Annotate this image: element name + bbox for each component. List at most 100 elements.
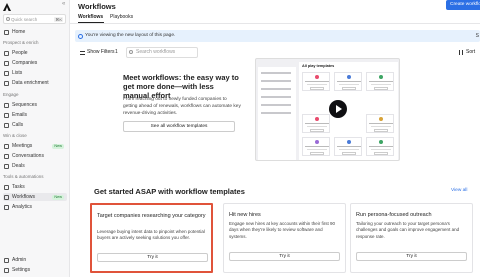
sidebar-section-prospect: Prospect & enrich [3, 40, 39, 45]
template-card-description: Tailoring your outreach to your target p… [356, 221, 460, 239]
sidebar-item-lists[interactable]: Lists [3, 69, 67, 77]
sidebar-item-label: Calls [12, 122, 24, 128]
sidebar-section-engage: Engage [3, 92, 19, 97]
gear-icon [4, 267, 9, 273]
sidebar-item-companies[interactable]: Companies [3, 59, 67, 67]
template-card-persona-outreach[interactable]: Run persona-focused outreach Tailoring y… [350, 203, 473, 273]
sidebar-item-label: Analytics [12, 204, 33, 210]
page-title: Workflows [78, 2, 116, 11]
sidebar-item-meetings[interactable]: Meetings New [3, 142, 67, 150]
view-all-link[interactable]: View all [451, 188, 467, 193]
sidebar-item-people[interactable]: People [3, 49, 67, 57]
email-icon [4, 112, 9, 118]
template-card-description: Leverage buying intent data to pinpoint … [97, 229, 205, 241]
video-template-card [334, 72, 362, 91]
show-filters-label: Show Filters [87, 49, 115, 55]
filter-count: 1 [115, 49, 118, 55]
info-banner: You're viewing the new layout of this pa… [75, 30, 480, 42]
sidebar-section-win: Win & close [3, 133, 27, 138]
analytics-icon [4, 204, 9, 210]
collapse-sidebar-icon[interactable]: « [62, 1, 65, 7]
create-workflow-button[interactable]: Create workflow [446, 0, 480, 10]
workflows-icon [4, 194, 9, 200]
try-it-button[interactable]: Try it [356, 252, 467, 261]
sidebar-item-emails[interactable]: Emails [3, 111, 67, 119]
show-filters-button[interactable]: Show Filters [80, 49, 115, 56]
sequences-icon [4, 102, 9, 108]
divider [70, 23, 480, 24]
info-banner-action[interactable]: S [476, 30, 479, 42]
sort-icon [459, 50, 463, 55]
sidebar-item-label: Admin [12, 257, 27, 263]
calendar-icon [4, 143, 9, 149]
sidebar-item-label: Deals [12, 163, 25, 169]
sidebar-item-label: Settings [12, 267, 31, 273]
sidebar-item-admin[interactable]: Admin [3, 256, 67, 264]
sidebar-item-deals[interactable]: Deals [3, 162, 67, 170]
sidebar-item-sequences[interactable]: Sequences [3, 101, 67, 109]
sidebar-section-tools: Tools & automations [3, 174, 44, 179]
filter-bar: Show Filters 1 Search workflows Sort [78, 47, 478, 58]
template-card-title: Run persona-focused outreach [356, 212, 432, 218]
video-template-card [366, 137, 394, 156]
intro-video[interactable]: All play templates [255, 58, 400, 161]
apollo-logo-icon[interactable] [3, 3, 11, 11]
sidebar-item-label: Home [12, 29, 26, 35]
sidebar-item-label: Conversations [12, 153, 44, 159]
hero-description: From reaching out to newly funded compan… [123, 97, 241, 116]
template-card-description: Engage new hires at key accounts within … [229, 221, 336, 239]
video-panel-title: All play templates [302, 64, 335, 68]
new-badge: New [52, 194, 64, 200]
sidebar-item-label: Data enrichment [12, 80, 49, 86]
video-panel-preview: All play templates [299, 62, 398, 160]
template-card-target-companies[interactable]: Target companies researching your catego… [90, 203, 213, 273]
video-template-card [302, 114, 330, 133]
sidebar-item-label: People [12, 50, 28, 56]
template-card-title: Hit new hires [229, 212, 261, 218]
video-template-card [302, 72, 330, 91]
sidebar-item-data-enrichment[interactable]: Data enrichment [3, 79, 67, 87]
sidebar-item-label: Workflows [12, 194, 35, 200]
dollar-icon [4, 163, 9, 169]
template-card-title: Target companies researching your catego… [97, 213, 206, 219]
app-window: « Quick search ⌘K Home Prospect & enrich… [0, 0, 480, 277]
sidebar-item-label: Tasks [12, 184, 25, 190]
search-workflows-placeholder: Search workflows [136, 49, 176, 55]
try-it-button[interactable]: Try it [229, 252, 340, 261]
sidebar-item-workflows[interactable]: Workflows New [3, 193, 67, 201]
main-content: Workflows Create workflow Workflows Play… [70, 0, 480, 277]
quick-search-placeholder: Quick search [11, 17, 38, 22]
try-it-button[interactable]: Try it [97, 253, 208, 262]
phone-icon [4, 122, 9, 128]
sidebar-item-analytics[interactable]: Analytics [3, 203, 67, 211]
see-all-templates-button[interactable]: See all workflow templates [123, 121, 235, 132]
video-template-card [302, 137, 330, 156]
filter-icon [80, 50, 85, 55]
sidebar-item-label: Companies [12, 60, 38, 66]
sidebar-item-label: Lists [12, 70, 23, 76]
template-card-hit-new-hires[interactable]: Hit new hires Engage new hires at key ac… [223, 203, 346, 273]
home-icon [4, 29, 9, 35]
sidebar-item-label: Sequences [12, 102, 38, 108]
play-video-icon[interactable] [329, 100, 347, 118]
sort-button[interactable]: Sort [459, 49, 475, 56]
sidebar-item-settings[interactable]: Settings [3, 266, 67, 274]
quick-search-input[interactable]: Quick search ⌘K [3, 14, 66, 24]
tab-playbooks[interactable]: Playbooks [110, 14, 133, 20]
admin-icon [4, 257, 9, 263]
search-icon [129, 50, 133, 54]
people-icon [4, 50, 9, 56]
sidebar-item-conversations[interactable]: Conversations [3, 152, 67, 160]
sidebar-item-home[interactable]: Home [3, 28, 67, 36]
sidebar-item-calls[interactable]: Calls [3, 121, 67, 129]
conversations-icon [4, 153, 9, 159]
new-badge: New [52, 143, 64, 149]
tab-workflows[interactable]: Workflows [78, 14, 103, 20]
data-enrichment-icon [4, 80, 9, 86]
sidebar-item-label: Emails [12, 112, 28, 118]
video-sidebar-preview [258, 67, 296, 160]
search-workflows-input[interactable]: Search workflows [126, 47, 198, 58]
video-template-card [366, 114, 394, 133]
sidebar-item-tasks[interactable]: Tasks [3, 183, 67, 191]
templates-section-title: Get started ASAP with workflow templates [94, 187, 245, 196]
